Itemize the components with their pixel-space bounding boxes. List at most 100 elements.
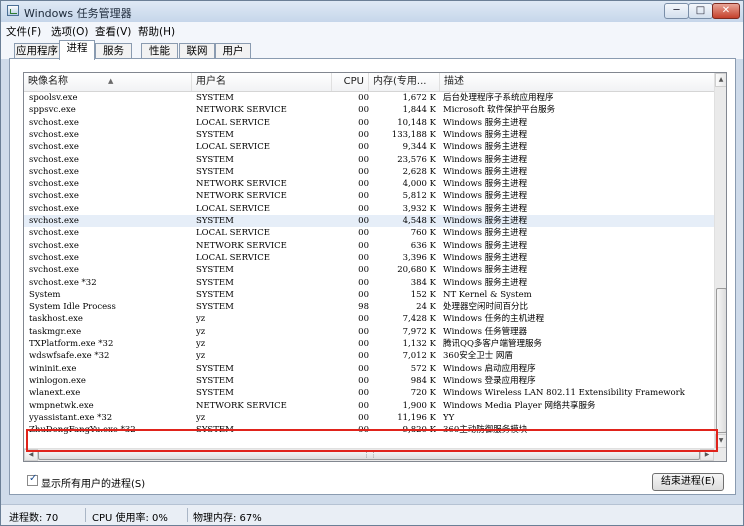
process-description: Windows Wireless LAN 802.11 Extensibilit… [443, 388, 685, 399]
process-user-name: SYSTEM [196, 388, 234, 399]
process-image-name: wininit.exe [29, 363, 77, 374]
process-image-name: svchost.exe [29, 252, 79, 263]
minimize-button[interactable]: ─ [664, 3, 689, 19]
process-user-name: SYSTEM [196, 154, 234, 165]
menu-help[interactable]: 帮助(H) [138, 24, 175, 39]
column-description[interactable]: 描述 [440, 73, 714, 91]
process-user-name: NETWORK SERVICE [196, 191, 287, 202]
process-description: 360安全卫士 网盾 [443, 351, 513, 362]
table-row[interactable]: svchost.exe LOCAL SERVICE 00 3,932 K Windows… [24, 203, 714, 215]
process-image-name: svchost.exe [29, 117, 79, 128]
column-memory[interactable]: 内存(专用... [369, 73, 440, 91]
tab-performance[interactable]: 性能 [141, 43, 178, 59]
table-row[interactable]: svchost.exe NETWORK SERVICE 00 636 K Windows… [24, 240, 714, 252]
tab-users[interactable]: 用户 [215, 43, 251, 59]
column-image-name[interactable]: 映像名称 ▲ [24, 73, 192, 91]
table-row[interactable]: svchost.exe LOCAL SERVICE 00 3,396 K Windows… [24, 252, 714, 264]
process-image-name: wlanext.exe [29, 388, 81, 399]
table-row[interactable]: wdswfsafe.exe *32 yz 00 7,012 K 360安全卫士 网盾 [24, 350, 714, 362]
table-row[interactable]: spoolsv.exe SYSTEM 00 1,672 K 后台处理程序子系统应用程序 [24, 92, 714, 104]
table-row[interactable]: svchost.exe LOCAL SERVICE 00 9,344 K Windows… [24, 141, 714, 153]
menu-view[interactable]: 查看(V) [95, 24, 131, 39]
process-list[interactable]: 映像名称 ▲ 用户名 CPU 内存(专用... 描述 spoolsv.exe SY… [23, 72, 727, 462]
table-row[interactable]: sppsvc.exe NETWORK SERVICE 00 1,844 K Micros… [24, 104, 714, 116]
table-row[interactable]: taskhost.exe yz 00 7,428 K Windows 任务的主机进程 [24, 313, 714, 325]
tab-applications[interactable]: 应用程序 [14, 43, 60, 59]
process-cpu: 00 [358, 388, 369, 399]
table-row[interactable]: svchost.exe SYSTEM 00 133,188 K Windows 服务主进… [24, 129, 714, 141]
tab-services[interactable]: 服务 [95, 43, 132, 59]
process-cpu: 98 [358, 302, 369, 313]
column-user-name[interactable]: 用户名 [192, 73, 332, 91]
process-memory: 760 K [410, 228, 436, 239]
table-row[interactable]: wlanext.exe SYSTEM 00 720 K Windows Wireless… [24, 387, 714, 399]
process-user-name: SYSTEM [196, 129, 234, 140]
process-cpu: 00 [358, 289, 369, 300]
show-all-users-label[interactable]: 显示所有用户的进程(S) [41, 475, 145, 490]
process-cpu: 00 [358, 252, 369, 263]
process-memory: 3,396 K [402, 252, 436, 263]
process-description: Windows 服务主进程 [443, 154, 528, 165]
process-memory: 5,812 K [402, 191, 436, 202]
tab-networking[interactable]: 联网 [179, 43, 215, 59]
table-row[interactable]: System Idle Process SYSTEM 98 24 K 处理器空闲时间百分… [24, 301, 714, 313]
process-cpu: 00 [358, 326, 369, 337]
table-row[interactable]: svchost.exe SYSTEM 00 4,548 K Windows 服务主进程 [24, 215, 714, 227]
table-row[interactable]: winlogon.exe SYSTEM 00 984 K Windows 登录应用程序 [24, 375, 714, 387]
end-process-button[interactable]: 结束进程(E) [652, 473, 724, 491]
process-description: Windows Media Player 网络共享服务 [443, 400, 596, 411]
process-image-name: svchost.exe [29, 166, 79, 177]
table-row[interactable]: svchost.exe SYSTEM 00 20,680 K Windows 服务主进程 [24, 264, 714, 276]
process-image-name: yyassistant.exe *32 [29, 412, 113, 423]
process-rows: spoolsv.exe SYSTEM 00 1,672 K 后台处理程序子系统应用程序 s… [24, 92, 714, 448]
table-row[interactable]: taskmgr.exe yz 00 7,972 K Windows 任务管理器 [24, 326, 714, 338]
table-row[interactable]: wmpnetwk.exe NETWORK SERVICE 00 1,900 K Wind… [24, 400, 714, 412]
title-bar[interactable]: Windows 任务管理器 ─ □ ✕ [1, 1, 743, 22]
table-row[interactable]: svchost.exe SYSTEM 00 2,628 K Windows 服务主进程 [24, 166, 714, 178]
process-memory: 11,196 K [397, 412, 436, 423]
process-memory: 20,680 K [397, 265, 436, 276]
menu-file[interactable]: 文件(F) [6, 24, 41, 39]
process-cpu: 00 [358, 375, 369, 386]
table-row[interactable]: System SYSTEM 00 152 K NT Kernel & System [24, 289, 714, 301]
scroll-grip-icon: ⋮⋮ [363, 451, 377, 459]
tab-processes[interactable]: 进程 [59, 40, 95, 60]
process-image-name: System Idle Process [29, 302, 116, 313]
process-user-name: LOCAL SERVICE [196, 142, 270, 153]
process-image-name: svchost.exe [29, 129, 79, 140]
table-row[interactable]: TXPlatform.exe *32 yz 00 1,132 K 腾讯QQ多客户端管理服… [24, 338, 714, 350]
table-row[interactable]: svchost.exe NETWORK SERVICE 00 4,000 K Windo… [24, 178, 714, 190]
vertical-scroll-thumb[interactable] [716, 288, 726, 433]
table-row[interactable]: svchost.exe *32 SYSTEM 00 384 K Windows 服务主进… [24, 277, 714, 289]
table-row[interactable]: svchost.exe LOCAL SERVICE 00 10,148 K Window… [24, 117, 714, 129]
process-description: NT Kernel & System [443, 289, 532, 300]
checkbox-box[interactable]: ✓ [27, 473, 38, 486]
table-row[interactable]: yyassistant.exe *32 yz 00 11,196 K YY [24, 412, 714, 424]
close-button[interactable]: ✕ [712, 3, 740, 19]
process-image-name: spoolsv.exe [29, 93, 78, 103]
process-cpu: 00 [358, 400, 369, 411]
vertical-scrollbar[interactable]: ▲ ▼ [714, 73, 726, 448]
table-row[interactable]: svchost.exe LOCAL SERVICE 00 760 K Windows 服… [24, 227, 714, 239]
window-title: Windows 任务管理器 [24, 7, 132, 20]
scroll-up-icon[interactable]: ▲ [715, 73, 726, 87]
process-description: Windows 服务主进程 [443, 179, 528, 190]
process-user-name: NETWORK SERVICE [196, 105, 287, 116]
process-image-name: svchost.exe [29, 154, 79, 165]
process-image-name: taskhost.exe [29, 314, 83, 325]
menu-options[interactable]: 选项(O) [51, 24, 88, 39]
process-cpu: 00 [358, 314, 369, 325]
table-row[interactable]: svchost.exe SYSTEM 00 23,576 K Windows 服务主进程 [24, 154, 714, 166]
process-description: Windows 服务主进程 [443, 142, 528, 153]
process-cpu: 00 [358, 228, 369, 239]
table-row[interactable]: svchost.exe NETWORK SERVICE 00 5,812 K Windo… [24, 190, 714, 202]
process-memory: 152 K [410, 289, 436, 300]
table-row[interactable]: wininit.exe SYSTEM 00 572 K Windows 启动应用程序 [24, 363, 714, 375]
process-memory: 9,344 K [402, 142, 436, 153]
maximize-button[interactable]: □ [688, 3, 713, 19]
column-cpu[interactable]: CPU [332, 73, 369, 91]
process-user-name: yz [196, 314, 206, 325]
process-memory: 720 K [410, 388, 436, 399]
process-cpu: 00 [358, 363, 369, 374]
process-description: Windows 服务主进程 [443, 166, 528, 177]
